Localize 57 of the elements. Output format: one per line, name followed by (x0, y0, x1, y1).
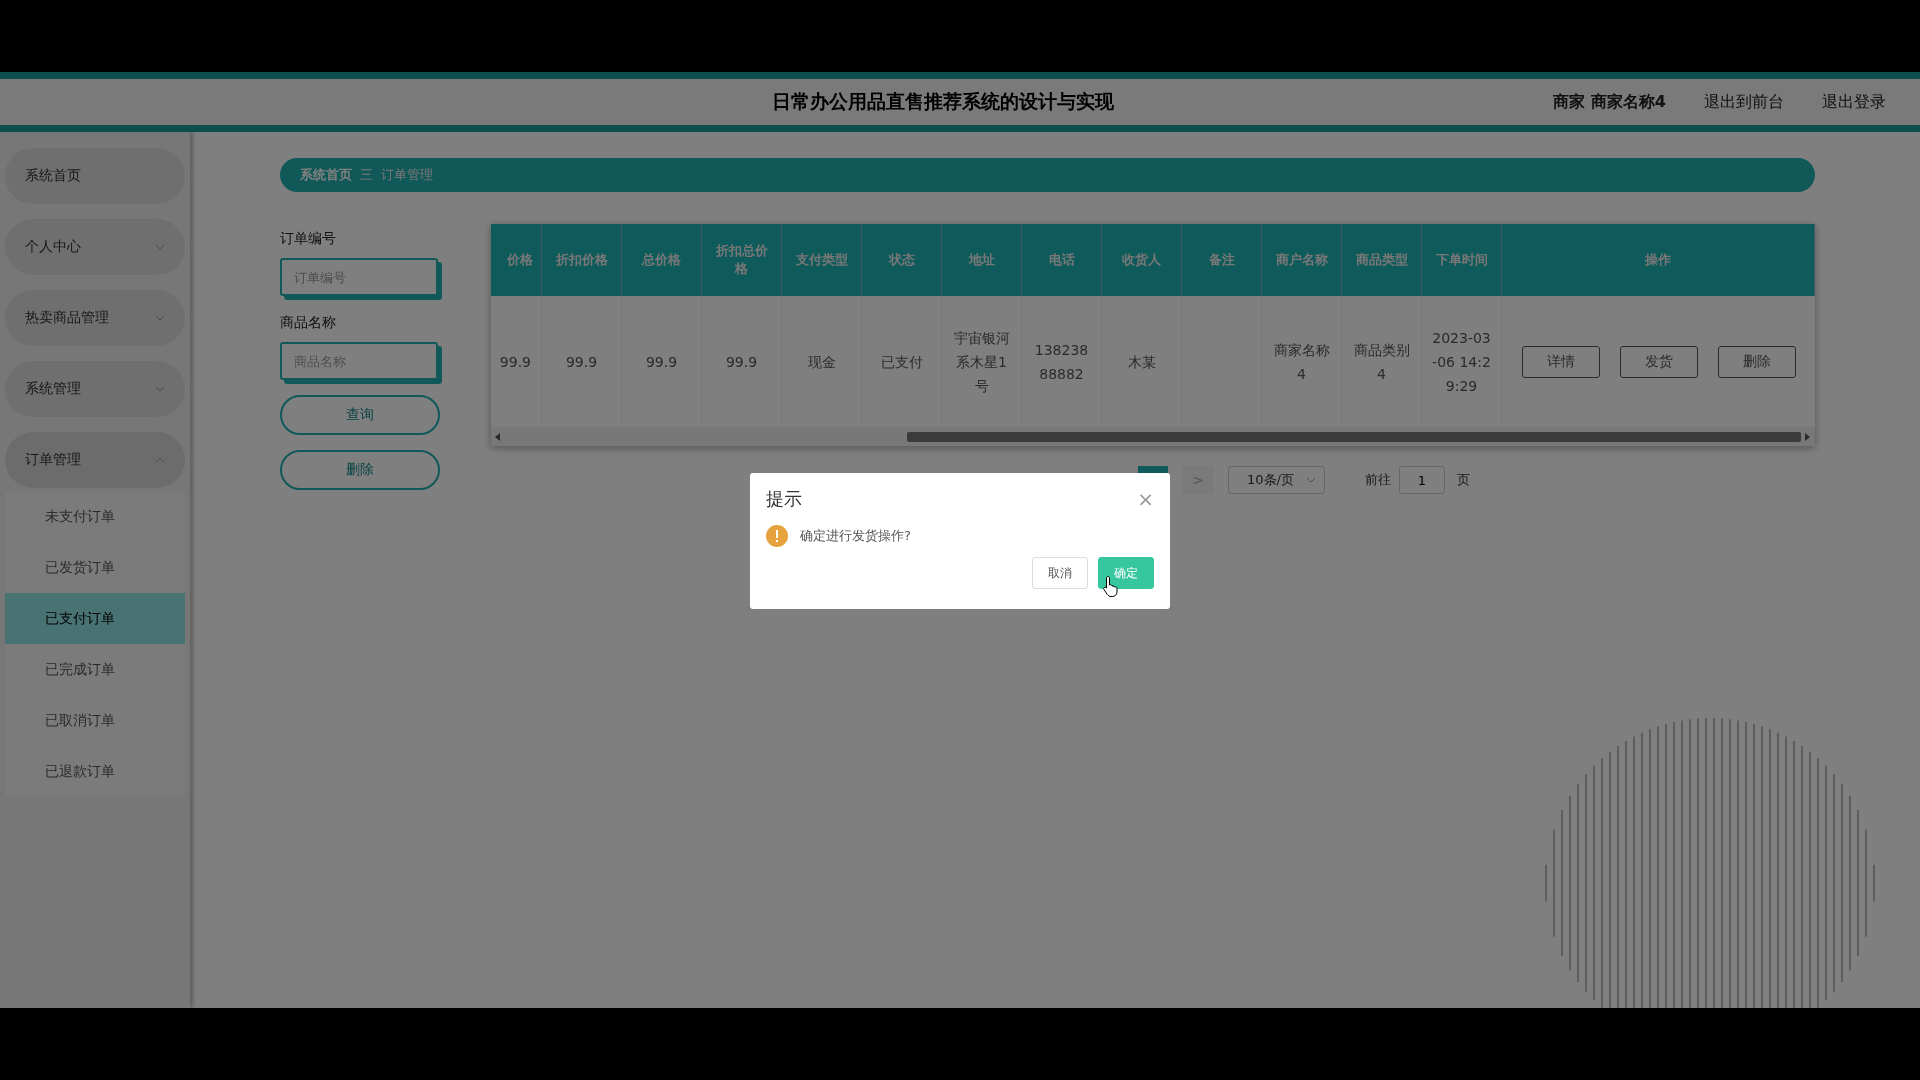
header-link[interactable]: 退出登录 (1822, 91, 1886, 113)
dialog-title: 提示 (766, 487, 802, 511)
scroll-right-icon[interactable] (1805, 432, 1811, 441)
submenu-item[interactable]: 已退款订单 (5, 746, 185, 797)
user-label: 商家 商家名称4 (1553, 91, 1666, 113)
row-action-button[interactable]: 详情 (1521, 345, 1600, 378)
column-header: 下单时间 (1422, 224, 1502, 296)
sidebar-item[interactable]: 热卖商品管理 (5, 290, 185, 346)
submenu-item[interactable]: 已发货订单 (5, 542, 185, 593)
column-header: 状态 (862, 224, 942, 296)
goto-label: 前往 (1365, 471, 1391, 489)
column-header: 备注 (1182, 224, 1262, 296)
header-link[interactable]: 退出到前台 (1704, 91, 1784, 113)
column-header: 折扣总价格 (702, 224, 782, 296)
system-title: 日常办公用品直售推荐系统的设计与实现 (772, 89, 1114, 114)
submenu-item[interactable]: 未支付订单 (5, 491, 185, 542)
sidebar-item[interactable]: 系统管理 (5, 361, 185, 417)
column-header: 电话 (1022, 224, 1102, 296)
field-label: 商品名称 (280, 314, 337, 332)
chevron-down-icon (1306, 477, 1316, 483)
column-header: 收货人 (1102, 224, 1182, 296)
sidebar-item[interactable]: 个人中心 (5, 219, 185, 275)
submenu-item[interactable]: 已支付订单 (5, 593, 185, 644)
column-header: 商户名称 (1262, 224, 1342, 296)
cancel-button[interactable]: 取消 (1032, 557, 1088, 589)
column-header: 地址 (942, 224, 1022, 296)
delete-button[interactable]: 删除 (280, 450, 440, 490)
dialog-message: 确定进行发货操作? (800, 527, 911, 545)
confirm-button[interactable]: 确定 (1098, 557, 1154, 589)
close-button[interactable]: × (1137, 489, 1154, 509)
horizontal-scrollbar[interactable] (491, 427, 1815, 446)
column-header: 操作 (1502, 224, 1815, 296)
page-suffix: 页 (1457, 471, 1470, 489)
sidebar-item-label: 系统管理 (25, 380, 81, 398)
submenu-item[interactable]: 已完成订单 (5, 644, 185, 695)
column-header: 折扣价格 (542, 224, 622, 296)
submenu-item[interactable]: 已取消订单 (5, 695, 185, 746)
column-header: 支付类型 (782, 224, 862, 296)
column-header: 价格 (491, 224, 542, 296)
sidebar-item-label: 热卖商品管理 (25, 309, 109, 327)
page-size-select[interactable]: 10条/页 (1228, 466, 1325, 494)
sidebar-item-label: 个人中心 (25, 238, 81, 256)
column-header: 商品类型 (1342, 224, 1422, 296)
sidebar-item-label: 订单管理 (25, 451, 81, 469)
scroll-left-icon[interactable] (495, 432, 501, 441)
warning-icon (766, 525, 788, 547)
sidebar-item[interactable]: 系统首页 (5, 148, 185, 204)
column-header: 总价格 (622, 224, 702, 296)
breadcrumb-item[interactable]: 订单管理 (381, 166, 433, 184)
page-input[interactable]: 1 (1399, 466, 1445, 494)
search-button[interactable]: 查询 (280, 395, 440, 435)
breadcrumb-item[interactable]: 系统首页 (300, 166, 352, 184)
field-label: 订单编号 (280, 230, 337, 248)
sidebar-item-label: 系统首页 (25, 167, 81, 185)
separator-text: 三 (360, 166, 373, 184)
row-action-button[interactable]: 删除 (1717, 345, 1796, 378)
row-action-button[interactable]: 发货 (1619, 345, 1698, 378)
